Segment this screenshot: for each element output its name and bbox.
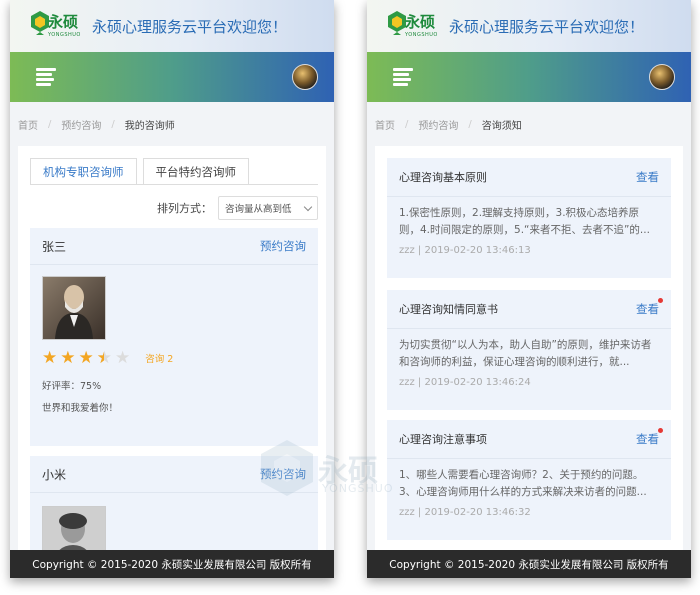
footer: Copyright © 2015-2020 永硕实业发展有限公司 版权所有 <box>367 550 691 578</box>
notice-excerpt: 1、哪些人需要看心理咨询师？2、关于预约的问题。3、心理咨询师用什么样的方式来解… <box>399 469 647 498</box>
copyright-text: Copyright © 2015-2020 永硕实业发展有限公司 版权所有 <box>389 558 669 571</box>
view-notice-link[interactable]: 查看 <box>636 298 663 317</box>
watermark-subtext: YONGSHUO <box>322 482 394 495</box>
welcome-text: 永硕心理服务云平台欢迎您！ <box>449 17 645 36</box>
notice-meta: zzz | 2019-02-20 13:46:13 <box>399 245 531 256</box>
notice-card: 心理咨询注意事项 查看 1、哪些人需要看心理咨询师？2、关于预约的问题。3、心理… <box>387 420 671 540</box>
notice-title: 心理咨询注意事项 <box>399 433 487 446</box>
notice-meta: zzz | 2019-02-20 13:46:32 <box>399 507 531 518</box>
notice-excerpt: 1.保密性原则，2.理解支持原则，3.积极心态培养原则，4.时间限定的原则，5.… <box>399 207 650 236</box>
unread-dot-icon <box>658 428 663 433</box>
counselor-photo[interactable] <box>42 276 106 340</box>
brand-watermark: 永硕 YONGSHUO <box>258 438 408 498</box>
view-notice-link[interactable]: 查看 <box>636 169 659 185</box>
breadcrumb-home[interactable]: 首页 <box>18 117 38 132</box>
breadcrumb-separator: / <box>405 118 409 130</box>
watermark-logo-icon <box>261 440 313 496</box>
tab-institution-counselors[interactable]: 机构专职咨询师 <box>30 158 137 185</box>
notice-header: 心理咨询基本原则 查看 <box>387 158 671 197</box>
footer: Copyright © 2015-2020 永硕实业发展有限公司 版权所有 <box>10 550 334 578</box>
notice-card: 心理咨询知情同意书 查看 为切实贯彻“以人为本，助人自助”的原则，维护来访者和咨… <box>387 290 671 410</box>
breadcrumb: 首页 / 预约咨询 / 咨询须知 <box>367 102 691 146</box>
view-notice-link[interactable]: 查看 <box>636 428 663 447</box>
consult-count: 咨询 2 <box>145 354 174 365</box>
breadcrumb-separator: / <box>111 118 115 130</box>
sort-row: 排列方式： 咨询量从高到低 <box>157 196 318 220</box>
sort-label: 排列方式： <box>157 202 212 215</box>
star-full-icon: ★ <box>42 348 58 368</box>
logo-text: 永硕 <box>405 13 436 31</box>
brand-logo[interactable]: 永硕 YONGSHUO <box>387 10 438 42</box>
sort-select[interactable]: 咨询量从高到低 <box>218 196 318 220</box>
unread-dot-icon <box>658 298 663 303</box>
tab-platform-counselors[interactable]: 平台特约咨询师 <box>142 158 249 185</box>
breadcrumb-appointment[interactable]: 预约咨询 <box>61 117 101 132</box>
rating-stars: ★ ★ ★ ★ ★ 咨询 2 <box>42 348 173 368</box>
star-full-icon: ★ <box>78 348 94 368</box>
breadcrumb: 首页 / 预约咨询 / 我的咨询师 <box>10 102 334 146</box>
notice-card: 心理咨询基本原则 查看 1.保密性原则，2.理解支持原则，3.积极心态培养原则，… <box>387 158 671 278</box>
brand-logo[interactable]: 永硕 YONGSHUO <box>30 10 81 42</box>
breadcrumb-separator: / <box>48 118 52 130</box>
copyright-text: Copyright © 2015-2020 永硕实业发展有限公司 版权所有 <box>32 558 312 571</box>
breadcrumb-separator: / <box>468 118 472 130</box>
notice-excerpt: 为切实贯彻“以人为本，助人自助”的原则，维护来访者和咨询师的利益，保证心理咨询的… <box>399 339 652 368</box>
counselor-name: 小米 <box>42 467 67 482</box>
nav-bar <box>367 52 691 102</box>
phone-screen-notices: 永硕 YONGSHUO 永硕心理服务云平台欢迎您！ 首页 / 预约咨询 / 咨询… <box>367 0 691 578</box>
welcome-text: 永硕心理服务云平台欢迎您！ <box>92 17 288 36</box>
brand-bar: 永硕 YONGSHUO 永硕心理服务云平台欢迎您！ <box>10 0 334 52</box>
counselor-card-header: 张三 预约咨询 <box>30 228 318 265</box>
book-consultation-link[interactable]: 预约咨询 <box>260 238 306 254</box>
logo-icon <box>388 11 406 35</box>
breadcrumb-current: 咨询须知 <box>481 120 522 132</box>
nav-bar <box>10 52 334 102</box>
counselor-tabs: 机构专职咨询师 平台特约咨询师 <box>30 158 255 185</box>
breadcrumb-home[interactable]: 首页 <box>375 117 395 132</box>
notice-panel: 心理咨询基本原则 查看 1.保密性原则，2.理解支持原则，3.积极心态培养原则，… <box>375 146 683 550</box>
counselor-motto: 世界和我爱着你！ <box>42 403 119 414</box>
chevron-down-icon <box>303 202 313 211</box>
hamburger-menu-icon[interactable] <box>393 68 413 86</box>
counselor-name: 张三 <box>42 239 67 254</box>
star-full-icon: ★ <box>60 348 76 368</box>
star-half-icon: ★ <box>97 348 112 368</box>
breadcrumb-current: 我的咨询师 <box>124 120 175 132</box>
good-rate: 好评率：75% <box>42 381 102 392</box>
star-empty-icon: ★ <box>115 348 131 368</box>
counselor-photo[interactable] <box>42 506 106 550</box>
logo-subtext: YONGSHUO <box>48 32 81 38</box>
user-avatar[interactable] <box>649 64 675 90</box>
notice-meta: zzz | 2019-02-20 13:46:24 <box>399 377 531 388</box>
logo-subtext: YONGSHUO <box>405 32 438 38</box>
logo-icon <box>31 11 49 35</box>
counselor-card: 张三 预约咨询 ★ ★ ★ ★ ★ 咨询 2 好评率：75% 世界和 <box>30 228 318 446</box>
brand-bar: 永硕 YONGSHUO 永硕心理服务云平台欢迎您！ <box>367 0 691 52</box>
logo-text: 永硕 <box>48 13 79 31</box>
tab-divider <box>30 184 318 185</box>
user-avatar[interactable] <box>292 64 318 90</box>
notice-header: 心理咨询知情同意书 查看 <box>387 290 671 329</box>
sort-value: 咨询量从高到低 <box>225 204 292 215</box>
breadcrumb-appointment[interactable]: 预约咨询 <box>418 117 458 132</box>
notice-title: 心理咨询知情同意书 <box>399 303 498 316</box>
notice-header: 心理咨询注意事项 查看 <box>387 420 671 459</box>
notice-title: 心理咨询基本原则 <box>399 171 487 184</box>
hamburger-menu-icon[interactable] <box>36 68 56 86</box>
